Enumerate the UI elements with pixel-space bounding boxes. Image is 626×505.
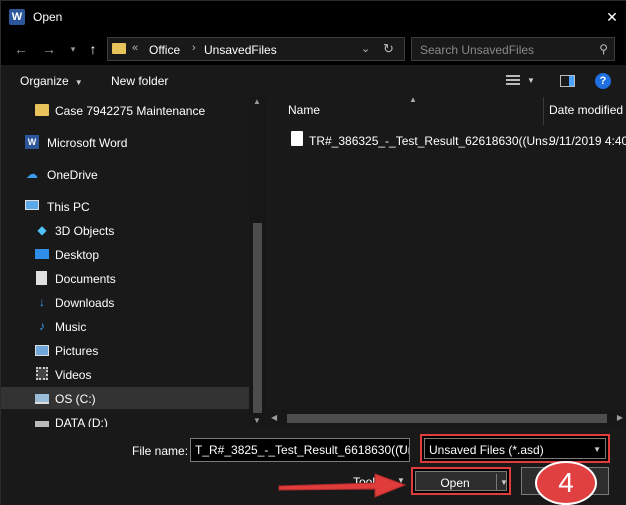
word-icon: W: [25, 135, 39, 149]
command-bar: Organize ▼ New folder ▼ ?: [1, 65, 626, 97]
back-arrow-icon[interactable]: ←: [11, 39, 31, 59]
nav-item-documents[interactable]: Documents: [1, 267, 249, 289]
nav-item-data-d[interactable]: DATA (D:): [1, 411, 249, 427]
up-arrow-icon[interactable]: ↑: [83, 39, 103, 59]
file-type-value: Unsaved Files (*.asd): [429, 443, 544, 457]
refresh-icon[interactable]: ↻: [383, 41, 394, 57]
breadcrumb-unsavedfiles[interactable]: UnsavedFiles: [204, 43, 277, 57]
nav-item-onedrive[interactable]: ☁ OneDrive: [1, 163, 249, 185]
file-type-select[interactable]: Unsaved Files (*.asd) ▼: [420, 434, 610, 463]
search-icon[interactable]: ⚲: [599, 42, 608, 56]
navigation-bar: ← → ▾ ↑ « Office › UnsavedFiles ⌄ ↻ Sear…: [1, 33, 626, 65]
view-options-icon[interactable]: [506, 75, 520, 87]
search-input[interactable]: Search UnsavedFiles ⚲: [411, 37, 615, 61]
nav-item-label: 3D Objects: [55, 224, 115, 238]
search-placeholder: Search UnsavedFiles: [420, 43, 535, 57]
forward-arrow-icon[interactable]: →: [39, 39, 59, 59]
step-number-badge: 4: [535, 461, 597, 505]
title-bar: W Open ✕: [1, 1, 626, 33]
navigation-pane: Case 7942275 Maintenance W Microsoft Wor…: [1, 97, 267, 427]
recent-locations-chevron-icon[interactable]: ▾: [63, 39, 83, 59]
overflow-chevron[interactable]: «: [132, 42, 138, 54]
open-dialog: W Open ✕ ← → ▾ ↑ « Office › UnsavedFiles…: [0, 0, 626, 505]
nav-item-label: OS (C:): [55, 392, 96, 406]
file-name-label: File name:: [132, 444, 189, 458]
open-label: Open: [440, 476, 470, 490]
open-button[interactable]: Open ▼: [411, 467, 511, 495]
scroll-left-icon[interactable]: ◀: [271, 413, 277, 422]
view-dropdown-icon[interactable]: ▼: [527, 76, 535, 85]
preview-pane-icon[interactable]: [560, 75, 575, 87]
organize-label: Organize: [20, 74, 69, 88]
nav-item-this-pc[interactable]: This PC: [1, 195, 249, 217]
scroll-down-icon[interactable]: ▼: [253, 416, 261, 425]
pictures-icon: [35, 343, 49, 357]
pc-icon: [25, 199, 39, 213]
nav-scrollbar[interactable]: ▲ ▼: [249, 97, 266, 427]
folder-icon: [112, 43, 126, 54]
column-header-name[interactable]: Name: [288, 103, 320, 117]
nav-item-label: DATA (D:): [55, 416, 108, 427]
downloads-icon: ↓: [39, 295, 45, 309]
nav-item-label: Desktop: [55, 248, 100, 262]
column-divider[interactable]: [543, 97, 544, 125]
scroll-up-icon[interactable]: ▲: [253, 97, 261, 106]
scroll-right-icon[interactable]: ▶: [617, 413, 623, 422]
desktop-icon: [35, 247, 49, 261]
window-title: Open: [33, 10, 63, 24]
chevron-down-icon: ▼: [74, 78, 83, 87]
column-header-date-modified[interactable]: Date modified: [549, 103, 623, 117]
nav-item-desktop[interactable]: Desktop: [1, 243, 249, 265]
nav-item-label: Downloads: [55, 296, 115, 310]
onedrive-icon: ☁: [26, 167, 38, 181]
file-name-input[interactable]: T_R#_3825_-_Test_Result_6618630((Ur: [190, 438, 410, 462]
nav-item-label: Pictures: [55, 344, 99, 358]
nav-item-videos[interactable]: Videos: [1, 363, 249, 385]
nav-item-label: OneDrive: [47, 168, 98, 182]
annotation-arrow-icon: [278, 473, 407, 498]
split-divider: [496, 474, 497, 490]
drive-c-icon: [35, 391, 49, 405]
organize-button[interactable]: Organize ▼: [20, 74, 83, 88]
breadcrumb-office[interactable]: Office: [149, 43, 180, 57]
nav-item-music[interactable]: ♪ Music: [1, 315, 249, 337]
folder-icon: [35, 104, 49, 116]
drive-d-icon: [35, 415, 49, 427]
close-button[interactable]: ✕: [597, 1, 626, 33]
open-dropdown-icon[interactable]: ▼: [500, 478, 508, 487]
3d-objects-icon: ◆: [37, 223, 47, 237]
nav-item-downloads[interactable]: ↓ Downloads: [1, 291, 249, 313]
new-folder-button[interactable]: New folder: [111, 74, 168, 88]
file-name: TR#_386325_-_Test_Result_62618630((Uns..…: [309, 134, 558, 148]
help-icon[interactable]: ?: [595, 73, 611, 89]
file-name-dropdown-icon[interactable]: ▼: [397, 443, 405, 452]
file-date: 9/11/2019 4:40: [549, 134, 626, 148]
file-list: ▲ Name Date modified TR#_386325_-_Test_R…: [267, 95, 626, 427]
sort-ascending-icon: ▲: [409, 95, 417, 104]
address-dropdown-icon[interactable]: ⌄: [361, 42, 370, 55]
breadcrumb-separator-icon[interactable]: ›: [192, 42, 196, 54]
nav-item-label: Videos: [55, 368, 92, 382]
nav-item-label: Microsoft Word: [47, 136, 128, 150]
file-icon: [291, 131, 303, 146]
nav-item-os-c[interactable]: OS (C:): [1, 387, 249, 409]
nav-item-case-folder[interactable]: Case 7942275 Maintenance: [1, 99, 249, 121]
nav-item-microsoft-word[interactable]: W Microsoft Word: [1, 131, 249, 153]
nav-item-label: Music: [55, 320, 87, 334]
nav-item-label: Case 7942275 Maintenance: [55, 104, 206, 118]
nav-item-label: Documents: [55, 272, 116, 286]
word-app-icon: W: [9, 9, 25, 25]
chevron-down-icon: ▼: [593, 445, 601, 454]
file-list-scrollbar[interactable]: ◀ ▶: [267, 410, 626, 427]
scroll-thumb[interactable]: [287, 414, 607, 423]
nav-item-pictures[interactable]: Pictures: [1, 339, 249, 361]
scroll-thumb[interactable]: [253, 223, 262, 413]
music-icon: ♪: [39, 319, 45, 333]
documents-icon: [35, 271, 49, 285]
nav-item-label: This PC: [47, 200, 90, 214]
videos-icon: [35, 367, 49, 381]
nav-item-3d-objects[interactable]: ◆ 3D Objects: [1, 219, 249, 241]
address-bar[interactable]: « Office › UnsavedFiles ⌄ ↻: [107, 37, 405, 61]
